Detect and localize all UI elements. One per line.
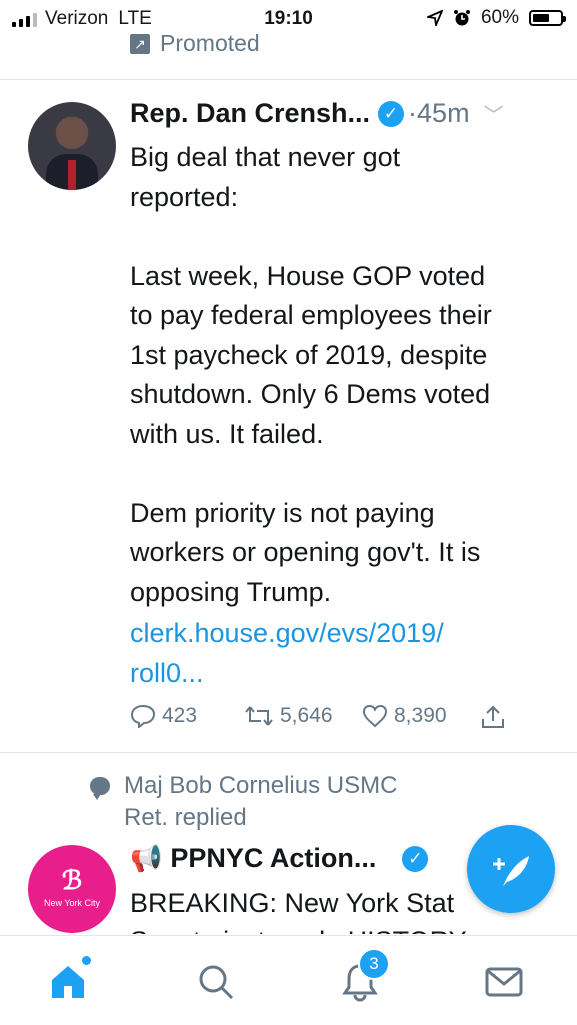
share-icon	[482, 705, 504, 728]
like-count: 8,390	[394, 704, 447, 727]
status-bar: Verizon LTE 19:10 60%	[0, 0, 577, 38]
verified-icon: ✓	[378, 100, 405, 127]
reply-icon	[130, 704, 156, 728]
home-icon	[52, 966, 84, 998]
battery-percent: 60%	[480, 7, 519, 28]
author-name[interactable]: PPNYC Action...	[170, 843, 376, 874]
share-button[interactable]	[480, 704, 506, 730]
compose-tweet-button[interactable]	[467, 825, 555, 913]
tab-bar: 3	[0, 935, 577, 1025]
notifications-badge: 3	[358, 948, 390, 980]
comment-icon	[90, 777, 110, 800]
tab-home[interactable]	[48, 956, 91, 1002]
tweet-time: ·45m	[408, 98, 470, 128]
mail-icon	[485, 967, 523, 997]
tab-messages[interactable]	[484, 962, 524, 1002]
retweet-count: 5,646	[280, 704, 333, 727]
reply-context[interactable]: Maj Bob Cornelius USMC Ret. replied	[90, 770, 397, 834]
retweet-icon	[245, 706, 273, 726]
author-name[interactable]: Rep. Dan Crensh...	[130, 98, 370, 129]
reply-count: 423	[162, 704, 198, 727]
tweet-link[interactable]: clerk.house.gov/evs/2019/ roll0...	[130, 614, 560, 693]
pp-logo-icon: ℬ	[61, 865, 83, 895]
tab-search[interactable]	[196, 962, 236, 1002]
new-content-dot	[82, 956, 91, 965]
promoted-icon: ↗	[130, 33, 150, 54]
promoted-label: Promoted	[160, 30, 260, 56]
status-right: 60%	[426, 7, 566, 29]
avatar-caption: New York City	[43, 898, 101, 908]
location-arrow-icon	[426, 10, 443, 26]
reply-context-text: Maj Bob Cornelius USMC Ret. replied	[124, 772, 398, 831]
avatar[interactable]: ℬ New York City	[28, 845, 116, 933]
battery-icon	[529, 10, 566, 26]
retweet-button[interactable]: 5,646	[244, 704, 333, 728]
promoted-indicator: ↗ Promoted	[130, 30, 260, 57]
divider	[0, 752, 577, 753]
avatar[interactable]	[28, 102, 116, 190]
tweet[interactable]: Rep. Dan Crensh... ✓ ·45m ﹀ Big deal tha…	[0, 80, 577, 752]
tweet-text: Big deal that never got reported: Last w…	[130, 142, 492, 607]
search-icon	[199, 965, 234, 1000]
megaphone-icon: 📢	[130, 843, 163, 873]
tweet-header: Rep. Dan Crensh... ✓ ·45m ﹀	[130, 98, 557, 129]
tweet-actions: 423 5,646 8,390	[130, 704, 550, 734]
compose-feather-icon	[493, 856, 529, 887]
chevron-down-icon[interactable]: ﹀	[484, 99, 504, 128]
alarm-icon	[453, 10, 470, 26]
verified-icon: ✓	[402, 845, 429, 872]
reply-button[interactable]: 423	[130, 704, 197, 728]
tab-notifications[interactable]: 3	[340, 948, 390, 1002]
like-button[interactable]: 8,390	[362, 704, 447, 728]
tweet-header: 📢 PPNYC Action... ✓	[130, 843, 429, 874]
heart-icon	[362, 704, 388, 728]
